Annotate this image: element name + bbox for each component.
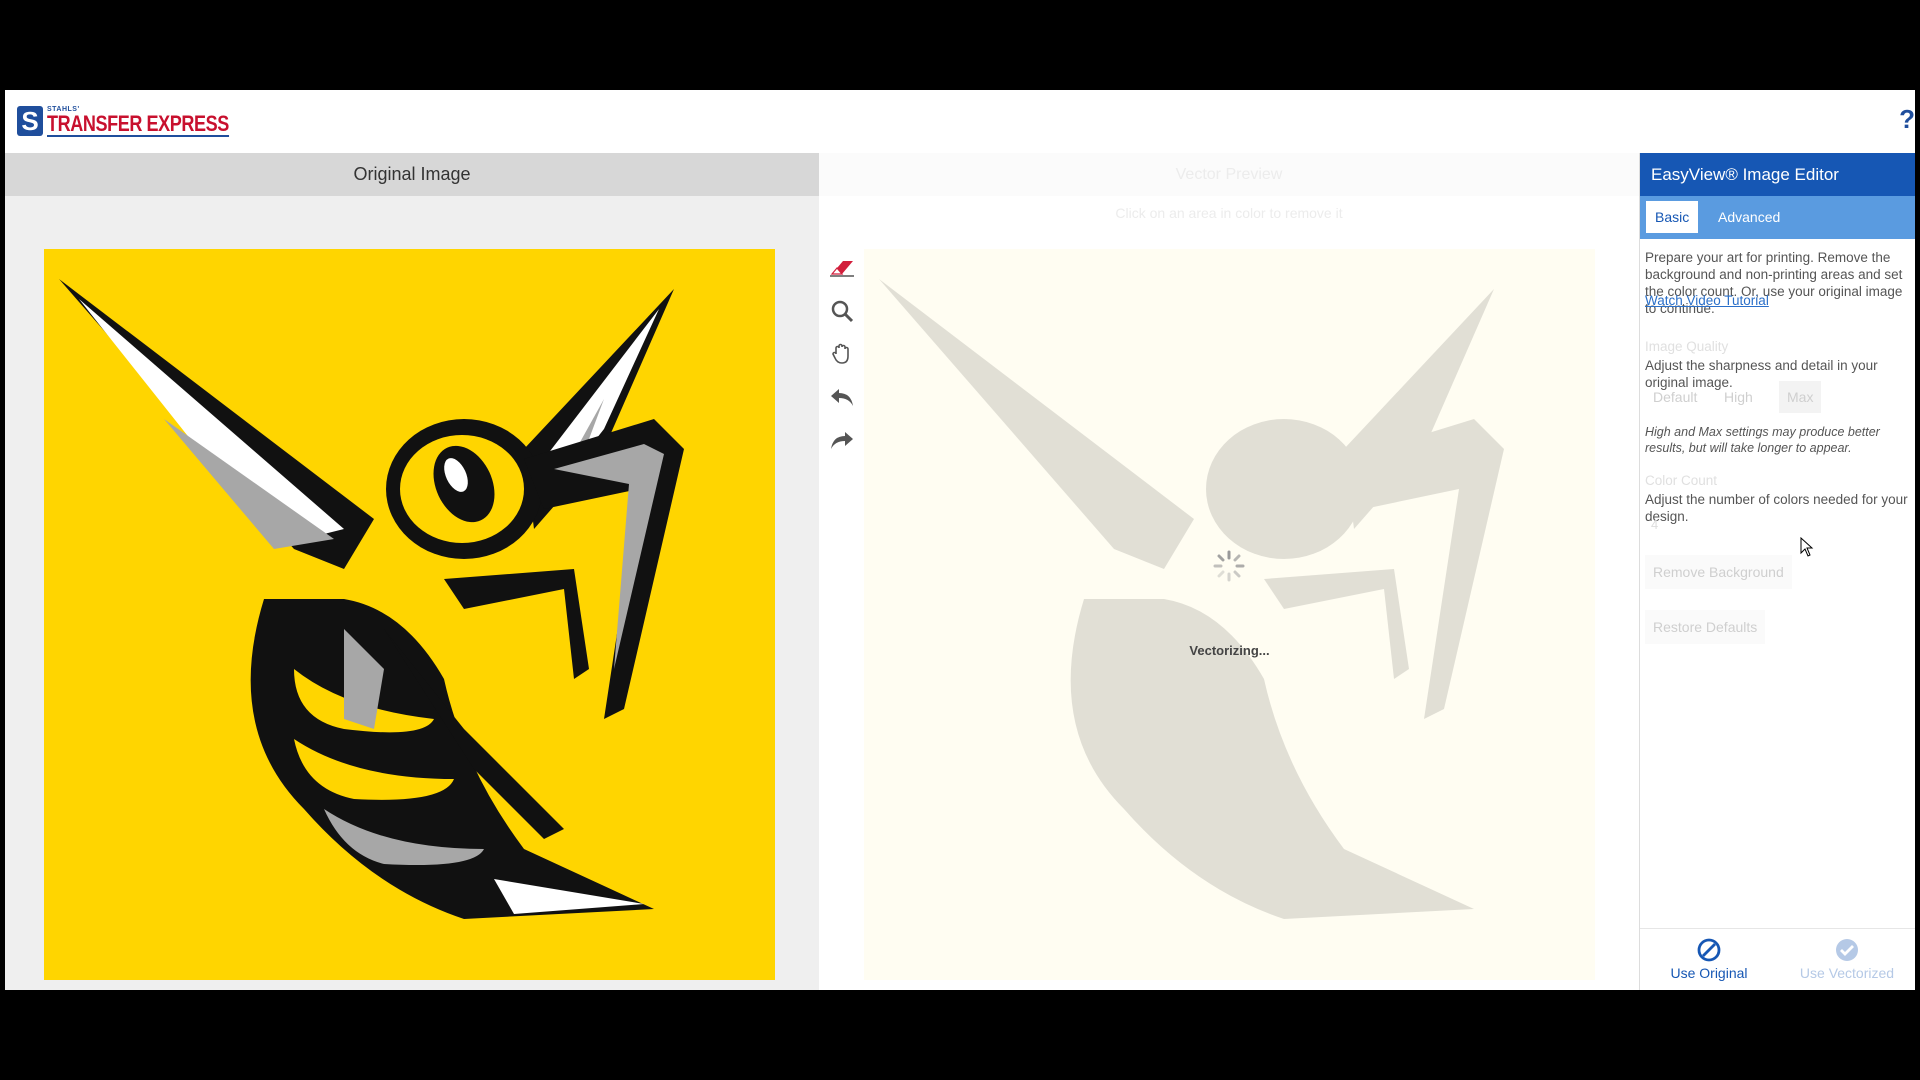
- editor-tabs: Basic Advanced: [1640, 196, 1915, 239]
- help-icon[interactable]: ?: [1899, 104, 1915, 135]
- vector-preview-title: Vector Preview: [819, 153, 1639, 196]
- app-window: S STAHLS' TRANSFER EXPRESS ? Original Im…: [5, 90, 1915, 990]
- undo-icon[interactable]: [827, 382, 857, 412]
- use-original-button[interactable]: Use Original: [1640, 929, 1778, 990]
- logo-text: TRANSFER EXPRESS: [47, 110, 229, 137]
- color-count-label: Color Count: [1645, 473, 1718, 488]
- use-original-label: Use Original: [1670, 965, 1748, 981]
- vector-preview-panel: Vector Preview Click on an area in color…: [819, 153, 1639, 990]
- quality-high-button[interactable]: High: [1716, 381, 1761, 413]
- restore-defaults-button[interactable]: Restore Defaults: [1645, 610, 1766, 644]
- image-editor-panel: EasyView® Image Editor Basic Advanced Pr…: [1639, 153, 1915, 990]
- vector-preview-canvas[interactable]: Vectorizing...: [864, 249, 1595, 980]
- editing-toolbar: [827, 253, 857, 468]
- check-circle-icon: [1778, 937, 1915, 963]
- color-count-value[interactable]: 4: [1651, 517, 1658, 532]
- mouse-cursor-icon: [1800, 537, 1814, 557]
- quality-max-button[interactable]: Max: [1779, 381, 1822, 413]
- use-vectorized-label: Use Vectorized: [1799, 965, 1895, 981]
- redo-icon[interactable]: [827, 425, 857, 455]
- image-quality-label: Image Quality: [1645, 339, 1729, 354]
- eraser-icon[interactable]: [827, 253, 857, 283]
- logo-mark: S: [17, 106, 43, 136]
- original-image: [44, 249, 775, 980]
- ban-icon: [1640, 937, 1778, 963]
- quality-note: High and Max settings may produce better…: [1645, 425, 1880, 455]
- header: S STAHLS' TRANSFER EXPRESS ?: [5, 90, 1915, 153]
- original-image-title: Original Image: [5, 153, 819, 196]
- original-image-panel: Original Image: [5, 153, 819, 990]
- vector-preview-hint: Click on an area in color to remove it: [1115, 205, 1343, 221]
- editor-actions: Use Original Use Vectorized: [1640, 928, 1915, 990]
- remove-background-button[interactable]: Remove Background: [1645, 555, 1792, 589]
- editor-title: EasyView® Image Editor: [1640, 153, 1915, 196]
- color-count-description: Adjust the number of colors needed for y…: [1645, 492, 1908, 524]
- tab-advanced[interactable]: Advanced: [1709, 201, 1789, 233]
- quality-default-button[interactable]: Default: [1645, 381, 1705, 413]
- vectorizing-status: Vectorizing...: [1189, 643, 1270, 658]
- tab-basic[interactable]: Basic: [1646, 201, 1699, 233]
- loading-spinner-icon: [1213, 550, 1245, 582]
- use-vectorized-button[interactable]: Use Vectorized: [1778, 929, 1915, 990]
- hand-icon[interactable]: [827, 339, 857, 369]
- transfer-express-logo[interactable]: S STAHLS' TRANSFER EXPRESS: [17, 104, 269, 138]
- search-icon[interactable]: [827, 296, 857, 326]
- watch-video-tutorial-link[interactable]: Watch Video Tutorial: [1645, 293, 1769, 308]
